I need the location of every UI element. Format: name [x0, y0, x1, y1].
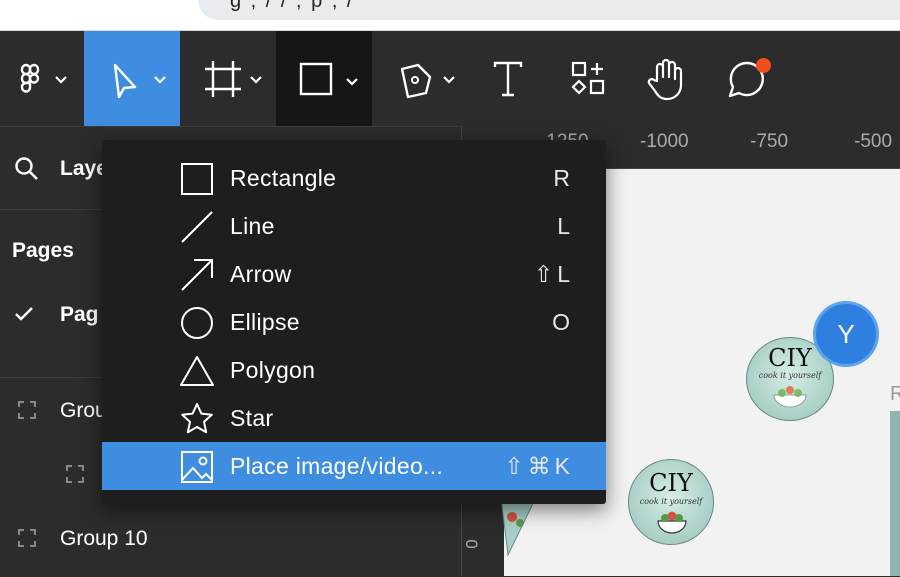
menu-item-shortcut: L	[557, 212, 574, 239]
menu-item-shortcut: ⇧L	[533, 260, 574, 287]
collaborator-avatar[interactable]: Y	[816, 304, 876, 364]
group-icon	[18, 401, 36, 419]
menu-item-shortcut: ⇧⌘K	[504, 452, 574, 479]
comment-tool-button[interactable]	[714, 31, 780, 126]
menu-item-label: Rectangle	[230, 164, 337, 191]
canvas-frame-edge	[890, 411, 900, 576]
menu-item-place-image[interactable]: Place image/video... ⇧⌘K	[102, 442, 606, 490]
browser-bar: g , / / , p , /	[0, 0, 900, 30]
menu-item-shortcut: R	[553, 164, 574, 191]
group-icon	[18, 529, 36, 547]
menu-item-label: Line	[230, 212, 275, 239]
line-icon	[181, 211, 213, 243]
menu-item-rectangle[interactable]: Rectangle R	[102, 154, 606, 202]
toolbar	[0, 31, 900, 126]
logo-subtext: cook it yourself	[639, 497, 703, 506]
pages-heading: Pages	[12, 239, 74, 262]
pen-tool-button[interactable]	[380, 31, 464, 126]
menu-item-label: Star	[230, 404, 274, 431]
search-icon[interactable]	[14, 156, 40, 182]
menu-item-label: Place image/video...	[230, 452, 444, 479]
move-tool-icon	[113, 63, 166, 98]
resources-icon	[571, 61, 605, 95]
layer-item[interactable]: Group 10	[60, 527, 148, 551]
hand-tool-icon	[647, 58, 683, 100]
salad-bowl-icon	[657, 511, 687, 534]
frame-tool-icon	[205, 60, 262, 97]
check-icon	[15, 307, 33, 321]
ruler-tick: -750	[750, 131, 789, 152]
resources-button[interactable]	[556, 31, 622, 126]
shape-tool-icon	[299, 62, 358, 95]
menu-item-ellipse[interactable]: Ellipse O	[102, 298, 606, 346]
main-menu-button[interactable]	[0, 31, 84, 126]
hand-tool-button[interactable]	[634, 31, 700, 126]
layers-tab[interactable]: Laye	[60, 157, 108, 181]
salad-bowl-icon	[773, 386, 807, 408]
logo-subtext: cook it yourself	[758, 371, 822, 380]
menu-item-label: Ellipse	[230, 308, 300, 335]
arrow-icon	[181, 259, 213, 291]
menu-item-star[interactable]: Star	[102, 394, 606, 442]
polygon-icon	[180, 356, 214, 386]
group-icon	[66, 465, 84, 483]
frame-tool-button[interactable]	[180, 31, 276, 126]
pen-tool-icon	[400, 63, 455, 98]
ruler-tick: 0	[462, 539, 482, 549]
menu-item-arrow[interactable]: Arrow ⇧L	[102, 250, 606, 298]
rectangle-icon	[181, 163, 213, 195]
notification-dot	[756, 58, 771, 73]
ellipse-icon	[181, 307, 213, 339]
shape-menu: Rectangle R Line L Arrow ⇧L Ellipse O Po…	[102, 140, 606, 504]
text-tool-button[interactable]	[474, 31, 540, 126]
ruler-tick: -500	[854, 131, 893, 152]
menu-item-polygon[interactable]: Polygon	[102, 346, 606, 394]
page-item[interactable]: Pag	[60, 303, 99, 327]
address-bar-text: g , / / , p , /	[230, 0, 355, 12]
menu-item-label: Arrow	[230, 260, 292, 287]
menu-item-line[interactable]: Line L	[102, 202, 606, 250]
logo-text: CIY	[649, 469, 693, 497]
canvas-frame-label: R	[890, 383, 900, 405]
star-icon	[181, 403, 213, 434]
layer-item[interactable]: Grou	[60, 399, 107, 423]
main-menu-icon	[20, 63, 67, 93]
menu-item-shortcut: O	[552, 308, 574, 335]
text-tool-icon	[493, 61, 523, 96]
menu-item-label: Polygon	[230, 356, 316, 383]
image-icon	[181, 451, 213, 483]
move-tool-button[interactable]	[84, 31, 180, 126]
ruler-tick: -1000	[640, 131, 689, 152]
ciy-logo[interactable]: CIY cook it yourself	[628, 459, 714, 545]
shape-tool-button[interactable]	[276, 31, 372, 126]
